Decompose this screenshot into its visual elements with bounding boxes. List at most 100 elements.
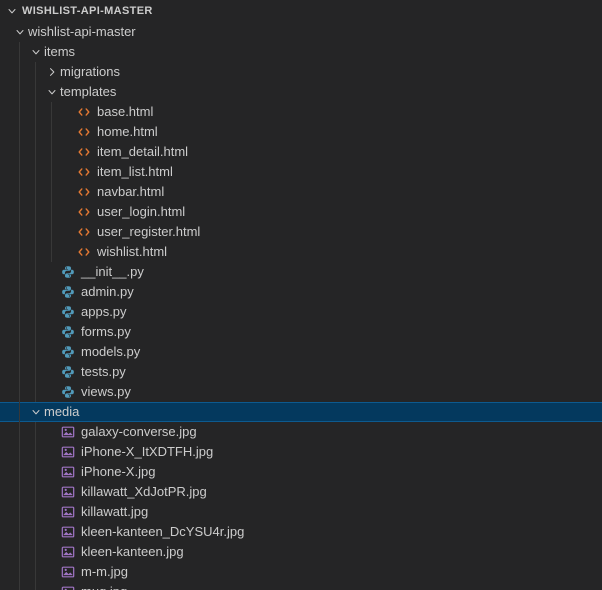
tree-folder-row[interactable]: media: [0, 402, 602, 422]
tree-file-row[interactable]: apps.py: [0, 302, 602, 322]
chevron-down-icon[interactable]: [12, 22, 28, 42]
tree-file-row[interactable]: admin.py: [0, 282, 602, 302]
indent-guide: [19, 462, 20, 482]
indent-spacer: [0, 82, 44, 102]
indent-guide: [19, 582, 20, 590]
html-file-icon: [76, 102, 92, 122]
explorer-section-header[interactable]: WISHLIST-API-MASTER: [0, 0, 602, 22]
image-file-icon: [60, 582, 76, 590]
tree-folder-row[interactable]: items: [0, 42, 602, 62]
tree-file-row[interactable]: tests.py: [0, 362, 602, 382]
tree-item-label: models.py: [81, 342, 140, 362]
indent-guide: [35, 502, 36, 522]
html-file-icon: [76, 182, 92, 202]
indent-spacer: [0, 182, 60, 202]
indent-guide: [35, 282, 36, 302]
image-file-icon: [60, 522, 76, 542]
indent-guide: [19, 142, 20, 162]
indent-spacer: [0, 442, 44, 462]
indent-guide: [51, 122, 52, 142]
chevron-right-icon[interactable]: [44, 62, 60, 82]
tree-file-row[interactable]: mug.jpg: [0, 582, 602, 590]
indent-guide: [19, 282, 20, 302]
python-file-icon: [60, 382, 76, 402]
tree-folder-row[interactable]: wishlist-api-master: [0, 22, 602, 42]
chevron-down-icon[interactable]: [4, 1, 20, 21]
tree-item-label: templates: [60, 82, 116, 102]
tree-item-label: base.html: [97, 102, 153, 122]
indent-spacer: [0, 342, 44, 362]
tree-file-row[interactable]: user_login.html: [0, 202, 602, 222]
indent-guide: [35, 542, 36, 562]
tree-item-label: killawatt.jpg: [81, 502, 148, 522]
image-file-icon: [60, 562, 76, 582]
tree-item-label: kleen-kanteen.jpg: [81, 542, 184, 562]
indent-guide: [19, 342, 20, 362]
indent-spacer: [0, 242, 60, 262]
indent-spacer: [0, 322, 44, 342]
tree-file-row[interactable]: item_detail.html: [0, 142, 602, 162]
indent-guide: [19, 62, 20, 82]
indent-guide: [35, 382, 36, 402]
indent-spacer: [0, 562, 44, 582]
chevron-down-icon[interactable]: [44, 82, 60, 102]
indent-guide: [35, 302, 36, 322]
tree-file-row[interactable]: killawatt_XdJotPR.jpg: [0, 482, 602, 502]
indent-guide: [35, 342, 36, 362]
indent-guide: [35, 82, 36, 102]
indent-spacer: [0, 62, 44, 82]
indent-spacer: [0, 302, 44, 322]
tree-file-row[interactable]: item_list.html: [0, 162, 602, 182]
indent-spacer: [0, 462, 44, 482]
indent-guide: [19, 362, 20, 382]
tree-file-row[interactable]: views.py: [0, 382, 602, 402]
indent-guide: [19, 382, 20, 402]
tree-file-row[interactable]: kleen-kanteen_DcYSU4r.jpg: [0, 522, 602, 542]
indent-guide: [35, 362, 36, 382]
indent-spacer: [0, 102, 60, 122]
indent-spacer: [0, 262, 44, 282]
indent-guide: [19, 182, 20, 202]
tree-item-label: __init__.py: [81, 262, 144, 282]
indent-guide: [35, 102, 36, 122]
tree-item-label: wishlist-api-master: [28, 22, 136, 42]
indent-guide: [35, 262, 36, 282]
tree-item-label: forms.py: [81, 322, 131, 342]
tree-file-row[interactable]: __init__.py: [0, 262, 602, 282]
indent-guide: [35, 182, 36, 202]
indent-guide: [19, 222, 20, 242]
indent-guide: [19, 562, 20, 582]
tree-file-row[interactable]: wishlist.html: [0, 242, 602, 262]
tree-file-row[interactable]: galaxy-converse.jpg: [0, 422, 602, 442]
indent-guide: [19, 522, 20, 542]
indent-guide: [19, 482, 20, 502]
chevron-down-icon[interactable]: [28, 42, 44, 62]
indent-guide: [35, 162, 36, 182]
indent-spacer: [0, 502, 44, 522]
tree-item-label: wishlist.html: [97, 242, 167, 262]
python-file-icon: [60, 362, 76, 382]
tree-file-row[interactable]: home.html: [0, 122, 602, 142]
tree-folder-row[interactable]: migrations: [0, 62, 602, 82]
tree-file-row[interactable]: user_register.html: [0, 222, 602, 242]
chevron-down-icon[interactable]: [28, 402, 44, 422]
tree-item-label: admin.py: [81, 282, 134, 302]
tree-file-row[interactable]: kleen-kanteen.jpg: [0, 542, 602, 562]
tree-file-row[interactable]: iPhone-X_ItXDTFH.jpg: [0, 442, 602, 462]
indent-guide: [19, 322, 20, 342]
tree-file-row[interactable]: forms.py: [0, 322, 602, 342]
indent-guide: [19, 262, 20, 282]
tree-item-label: navbar.html: [97, 182, 164, 202]
tree-file-row[interactable]: iPhone-X.jpg: [0, 462, 602, 482]
tree-file-row[interactable]: killawatt.jpg: [0, 502, 602, 522]
tree-file-row[interactable]: base.html: [0, 102, 602, 122]
tree-file-row[interactable]: models.py: [0, 342, 602, 362]
tree-folder-row[interactable]: templates: [0, 82, 602, 102]
indent-spacer: [0, 22, 12, 42]
indent-guide: [35, 242, 36, 262]
tree-item-label: apps.py: [81, 302, 127, 322]
indent-spacer: [0, 142, 60, 162]
tree-file-row[interactable]: navbar.html: [0, 182, 602, 202]
tree-file-row[interactable]: m-m.jpg: [0, 562, 602, 582]
tree-item-label: views.py: [81, 382, 131, 402]
